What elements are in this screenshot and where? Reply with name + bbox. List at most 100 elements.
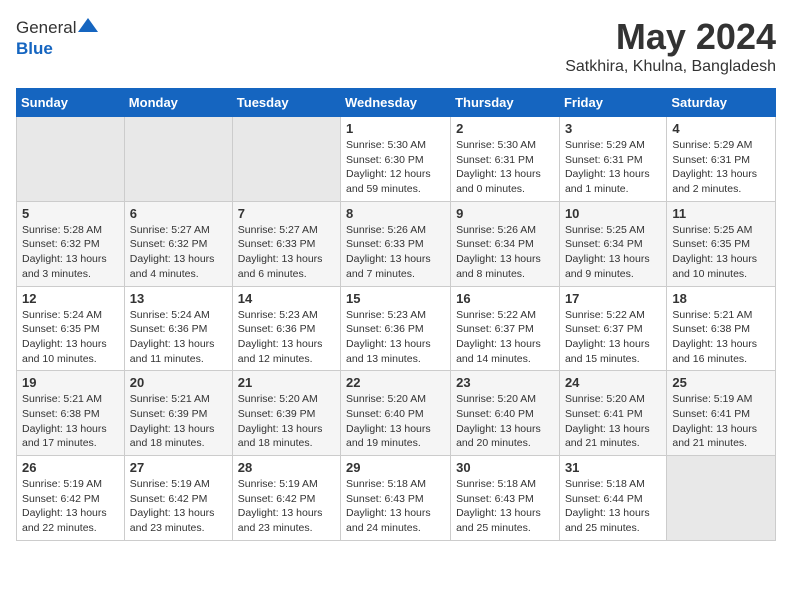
day-number: 27 xyxy=(130,460,227,475)
day-number: 25 xyxy=(672,375,770,390)
calendar-cell: 15 Sunrise: 5:23 AM Sunset: 6:36 PM Dayli… xyxy=(341,286,451,371)
day-number: 15 xyxy=(346,291,445,306)
day-number: 29 xyxy=(346,460,445,475)
weekday-header-tuesday: Tuesday xyxy=(232,89,340,117)
day-number: 14 xyxy=(238,291,335,306)
cell-content: Sunrise: 5:24 AM Sunset: 6:36 PM Dayligh… xyxy=(130,308,227,367)
cell-content: Sunrise: 5:21 AM Sunset: 6:39 PM Dayligh… xyxy=(130,392,227,451)
calendar-week-row: 26 Sunrise: 5:19 AM Sunset: 6:42 PM Dayli… xyxy=(17,456,776,541)
calendar-cell: 29 Sunrise: 5:18 AM Sunset: 6:43 PM Dayli… xyxy=(341,456,451,541)
cell-content: Sunrise: 5:20 AM Sunset: 6:39 PM Dayligh… xyxy=(238,392,335,451)
weekday-header-thursday: Thursday xyxy=(451,89,560,117)
calendar-cell xyxy=(232,117,340,202)
cell-content: Sunrise: 5:20 AM Sunset: 6:41 PM Dayligh… xyxy=(565,392,661,451)
day-number: 7 xyxy=(238,206,335,221)
cell-content: Sunrise: 5:19 AM Sunset: 6:42 PM Dayligh… xyxy=(238,477,335,536)
day-number: 11 xyxy=(672,206,770,221)
day-number: 6 xyxy=(130,206,227,221)
cell-content: Sunrise: 5:27 AM Sunset: 6:32 PM Dayligh… xyxy=(130,223,227,282)
calendar-cell: 3Sunrise: 5:29 AM Sunset: 6:31 PM Daylig… xyxy=(559,117,666,202)
calendar-cell: 18Sunrise: 5:21 AM Sunset: 6:38 PM Dayli… xyxy=(667,286,776,371)
weekday-header-sunday: Sunday xyxy=(17,89,125,117)
day-number: 24 xyxy=(565,375,661,390)
main-title: May 2024 xyxy=(565,16,776,58)
calendar-cell: 19Sunrise: 5:21 AM Sunset: 6:38 PM Dayli… xyxy=(17,371,125,456)
calendar-cell: 24 Sunrise: 5:20 AM Sunset: 6:41 PM Dayli… xyxy=(559,371,666,456)
cell-content: Sunrise: 5:20 AM Sunset: 6:40 PM Dayligh… xyxy=(456,392,554,451)
calendar-cell: 17 Sunrise: 5:22 AM Sunset: 6:37 PM Dayli… xyxy=(559,286,666,371)
day-number: 1 xyxy=(346,121,445,136)
cell-content: Sunrise: 5:19 AM Sunset: 6:42 PM Dayligh… xyxy=(22,477,119,536)
day-number: 31 xyxy=(565,460,661,475)
day-number: 4 xyxy=(672,121,770,136)
calendar-cell: 1 Sunrise: 5:30 AM Sunset: 6:30 PM Daylig… xyxy=(341,117,451,202)
calendar-cell: 11 Sunrise: 5:25 AM Sunset: 6:35 PM Dayli… xyxy=(667,201,776,286)
day-number: 16 xyxy=(456,291,554,306)
day-number: 20 xyxy=(130,375,227,390)
day-number: 2 xyxy=(456,121,554,136)
logo-blue: Blue xyxy=(16,39,53,58)
cell-content: Sunrise: 5:20 AM Sunset: 6:40 PM Dayligh… xyxy=(346,392,445,451)
calendar-cell: 30 Sunrise: 5:18 AM Sunset: 6:43 PM Dayli… xyxy=(451,456,560,541)
cell-content: Sunrise: 5:29 AM Sunset: 6:31 PM Dayligh… xyxy=(672,138,770,197)
weekday-header-saturday: Saturday xyxy=(667,89,776,117)
logo-bird-icon xyxy=(78,16,98,39)
cell-content: Sunrise: 5:27 AM Sunset: 6:33 PM Dayligh… xyxy=(238,223,335,282)
day-number: 26 xyxy=(22,460,119,475)
calendar-cell: 22 Sunrise: 5:20 AM Sunset: 6:40 PM Dayli… xyxy=(341,371,451,456)
day-number: 13 xyxy=(130,291,227,306)
day-number: 8 xyxy=(346,206,445,221)
day-number: 10 xyxy=(565,206,661,221)
cell-content: Sunrise: 5:25 AM Sunset: 6:35 PM Dayligh… xyxy=(672,223,770,282)
day-number: 5 xyxy=(22,206,119,221)
calendar-cell: 20 Sunrise: 5:21 AM Sunset: 6:39 PM Dayli… xyxy=(124,371,232,456)
cell-content: Sunrise: 5:23 AM Sunset: 6:36 PM Dayligh… xyxy=(238,308,335,367)
day-number: 22 xyxy=(346,375,445,390)
cell-content: Sunrise: 5:23 AM Sunset: 6:36 PM Dayligh… xyxy=(346,308,445,367)
cell-content: Sunrise: 5:28 AM Sunset: 6:32 PM Dayligh… xyxy=(22,223,119,282)
weekday-header-wednesday: Wednesday xyxy=(341,89,451,117)
cell-content: Sunrise: 5:29 AM Sunset: 6:31 PM Dayligh… xyxy=(565,138,661,197)
calendar-cell: 12Sunrise: 5:24 AM Sunset: 6:35 PM Dayli… xyxy=(17,286,125,371)
day-number: 30 xyxy=(456,460,554,475)
calendar-week-row: 19Sunrise: 5:21 AM Sunset: 6:38 PM Dayli… xyxy=(17,371,776,456)
page-header: General Blue May 2024 Satkhira, Khulna, … xyxy=(16,16,776,76)
cell-content: Sunrise: 5:26 AM Sunset: 6:33 PM Dayligh… xyxy=(346,223,445,282)
cell-content: Sunrise: 5:22 AM Sunset: 6:37 PM Dayligh… xyxy=(565,308,661,367)
calendar-cell: 28 Sunrise: 5:19 AM Sunset: 6:42 PM Dayli… xyxy=(232,456,340,541)
title-area: May 2024 Satkhira, Khulna, Bangladesh xyxy=(565,16,776,76)
calendar-cell: 13 Sunrise: 5:24 AM Sunset: 6:36 PM Dayli… xyxy=(124,286,232,371)
weekday-header-row: SundayMondayTuesdayWednesdayThursdayFrid… xyxy=(17,89,776,117)
cell-content: Sunrise: 5:26 AM Sunset: 6:34 PM Dayligh… xyxy=(456,223,554,282)
calendar-cell xyxy=(17,117,125,202)
cell-content: Sunrise: 5:18 AM Sunset: 6:44 PM Dayligh… xyxy=(565,477,661,536)
calendar-cell: 16Sunrise: 5:22 AM Sunset: 6:37 PM Dayli… xyxy=(451,286,560,371)
cell-content: Sunrise: 5:30 AM Sunset: 6:31 PM Dayligh… xyxy=(456,138,554,197)
day-number: 23 xyxy=(456,375,554,390)
cell-content: Sunrise: 5:18 AM Sunset: 6:43 PM Dayligh… xyxy=(456,477,554,536)
day-number: 28 xyxy=(238,460,335,475)
calendar-cell xyxy=(667,456,776,541)
calendar-cell: 21Sunrise: 5:20 AM Sunset: 6:39 PM Dayli… xyxy=(232,371,340,456)
calendar-cell: 8 Sunrise: 5:26 AM Sunset: 6:33 PM Daylig… xyxy=(341,201,451,286)
cell-content: Sunrise: 5:18 AM Sunset: 6:43 PM Dayligh… xyxy=(346,477,445,536)
calendar-cell: 23 Sunrise: 5:20 AM Sunset: 6:40 PM Dayli… xyxy=(451,371,560,456)
calendar-week-row: 12Sunrise: 5:24 AM Sunset: 6:35 PM Dayli… xyxy=(17,286,776,371)
calendar-cell: 9 Sunrise: 5:26 AM Sunset: 6:34 PM Daylig… xyxy=(451,201,560,286)
calendar-cell: 2 Sunrise: 5:30 AM Sunset: 6:31 PM Daylig… xyxy=(451,117,560,202)
cell-content: Sunrise: 5:25 AM Sunset: 6:34 PM Dayligh… xyxy=(565,223,661,282)
day-number: 9 xyxy=(456,206,554,221)
cell-content: Sunrise: 5:19 AM Sunset: 6:41 PM Dayligh… xyxy=(672,392,770,451)
calendar-cell: 31 Sunrise: 5:18 AM Sunset: 6:44 PM Dayli… xyxy=(559,456,666,541)
subtitle: Satkhira, Khulna, Bangladesh xyxy=(565,58,776,76)
day-number: 17 xyxy=(565,291,661,306)
weekday-header-monday: Monday xyxy=(124,89,232,117)
calendar-cell: 25 Sunrise: 5:19 AM Sunset: 6:41 PM Dayli… xyxy=(667,371,776,456)
calendar-cell: 14 Sunrise: 5:23 AM Sunset: 6:36 PM Dayli… xyxy=(232,286,340,371)
day-number: 18 xyxy=(672,291,770,306)
calendar-cell: 4 Sunrise: 5:29 AM Sunset: 6:31 PM Daylig… xyxy=(667,117,776,202)
cell-content: Sunrise: 5:30 AM Sunset: 6:30 PM Dayligh… xyxy=(346,138,445,197)
logo-general: General xyxy=(16,18,76,38)
cell-content: Sunrise: 5:24 AM Sunset: 6:35 PM Dayligh… xyxy=(22,308,119,367)
calendar-table: SundayMondayTuesdayWednesdayThursdayFrid… xyxy=(16,88,776,541)
